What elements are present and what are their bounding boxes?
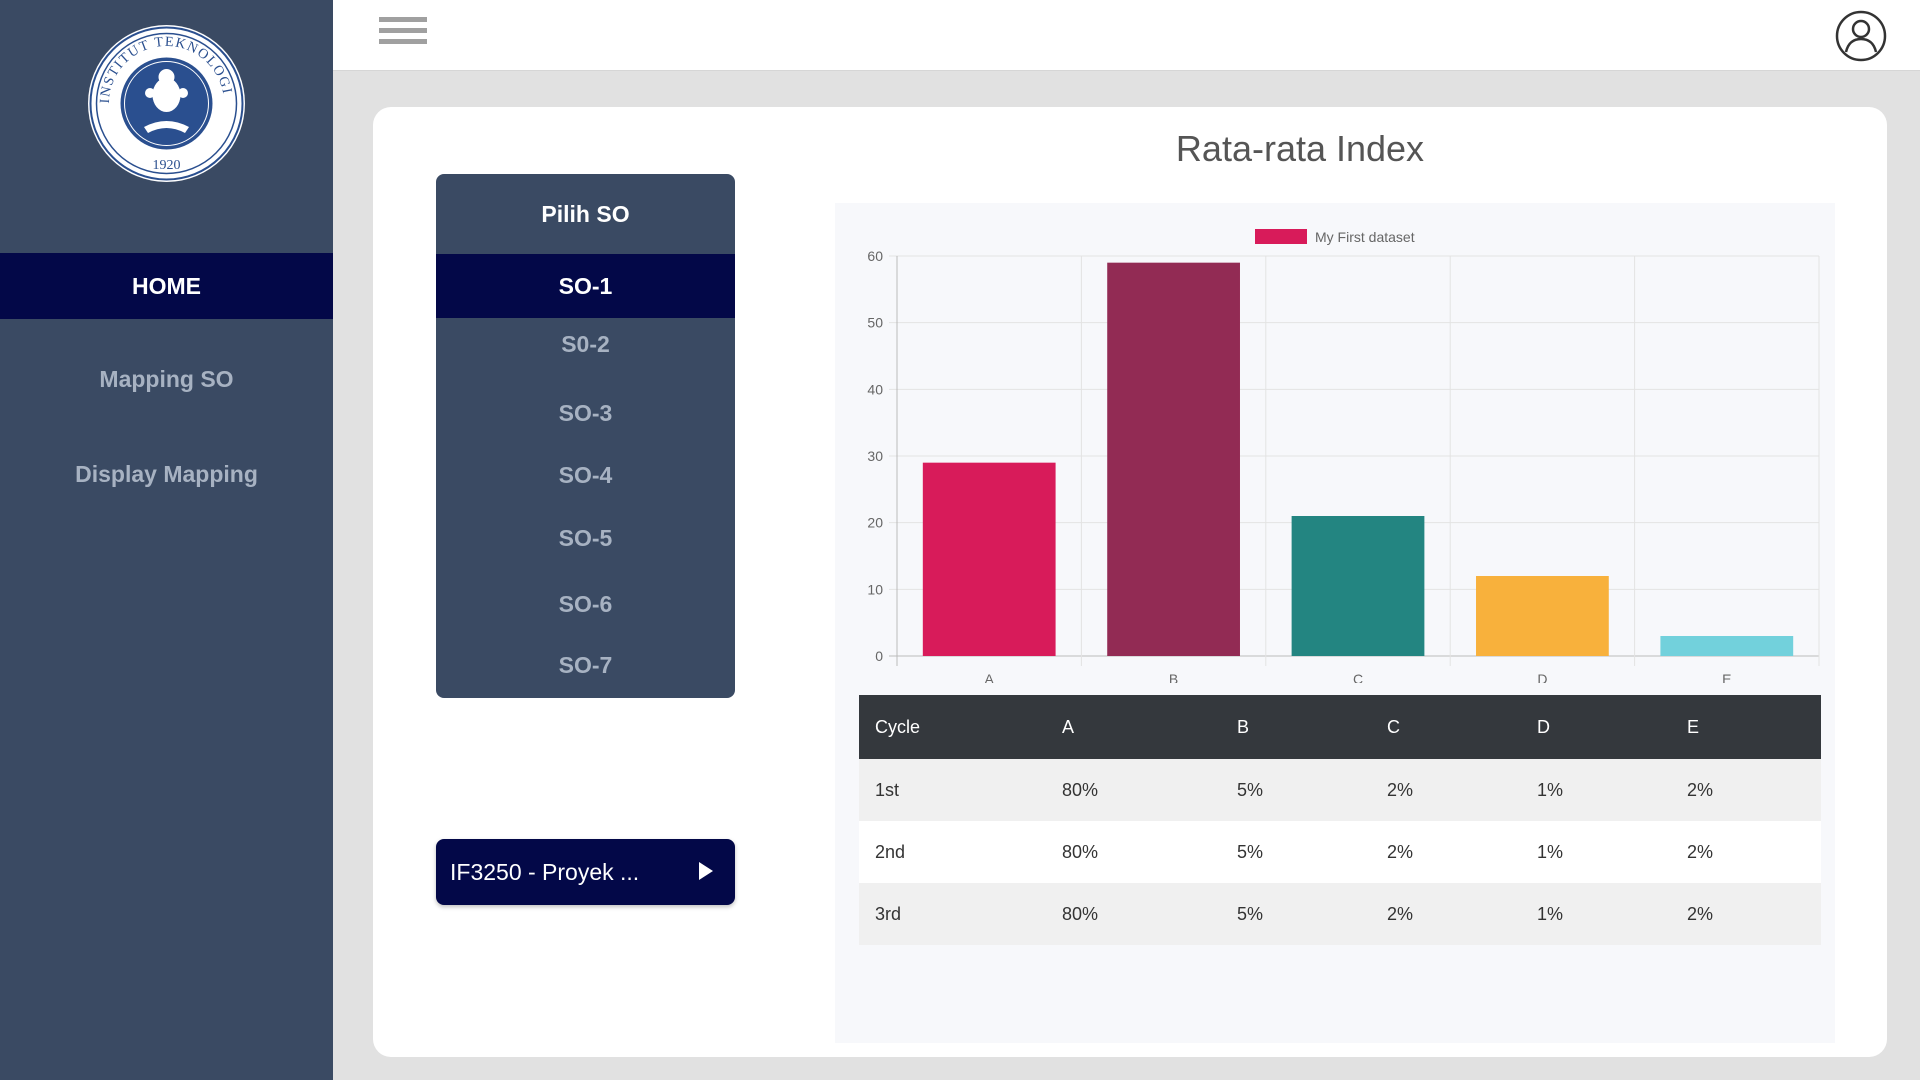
table-cell: 1% — [1521, 821, 1671, 883]
sidebar-item-home[interactable]: HOME — [0, 253, 333, 319]
chart-title: Rata-rata Index — [1175, 128, 1425, 169]
course-select-button[interactable]: IF3250 - Proyek ... — [436, 839, 735, 905]
table-cell: 80% — [1046, 883, 1221, 945]
sidebar-item-display-mapping[interactable]: Display Mapping — [0, 441, 333, 507]
bar — [922, 462, 1056, 656]
x-tick-label: D — [1537, 671, 1547, 683]
y-tick-label: 20 — [867, 515, 883, 531]
table-header-cell: E — [1671, 695, 1821, 759]
chart-area: 0 10 20 30 40 50 60 A B C D E My First dataset Cycle… — [835, 203, 1835, 1043]
table-header-row: Cycle A B C D E — [859, 695, 1821, 759]
y-tick-label: 0 — [875, 648, 883, 664]
x-tick-label: C — [1353, 671, 1363, 683]
bar — [1107, 262, 1240, 656]
table-cell: 2nd — [859, 821, 1046, 883]
cycle-table: Cycle A B C D E 1st 80% 5% 2% 1% 2% 2nd … — [859, 695, 1821, 945]
x-tick-label: B — [1169, 671, 1178, 683]
so-item[interactable]: SO-3 — [436, 385, 735, 441]
table-cell: 2% — [1371, 759, 1521, 821]
bar — [1291, 516, 1425, 656]
table-cell: 5% — [1221, 759, 1371, 821]
so-panel-title: Pilih SO — [541, 200, 630, 227]
y-tick-label: 60 — [867, 248, 883, 264]
x-tick-label: E — [1722, 671, 1731, 683]
hamburger-icon[interactable] — [379, 17, 427, 53]
table-cell: 2% — [1671, 759, 1821, 821]
table-cell: 80% — [1046, 821, 1221, 883]
table-row: 3rd 80% 5% 2% 1% 2% — [859, 883, 1821, 945]
bar — [1660, 636, 1794, 656]
bar — [1476, 576, 1609, 656]
table-header-cell: B — [1221, 695, 1371, 759]
table-cell: 5% — [1221, 821, 1371, 883]
table-header-cell: Cycle — [859, 695, 1046, 759]
itb-logo: INSTITUT TEKNOLOGI BANDUNG 1920 — [88, 25, 245, 182]
course-label: IF3250 - Proyek ... — [450, 858, 640, 885]
so-item[interactable]: SO-5 — [436, 510, 735, 566]
topbar — [333, 0, 1920, 71]
table-cell: 5% — [1221, 883, 1371, 945]
sidebar-item-mapping-so[interactable]: Mapping SO — [0, 346, 333, 412]
table-header-cell: D — [1521, 695, 1671, 759]
table-header-cell: A — [1046, 695, 1221, 759]
so-item[interactable]: SO-1 — [436, 254, 735, 318]
table-cell: 80% — [1046, 759, 1221, 821]
x-tick-label: A — [985, 671, 995, 683]
table-cell: 3rd — [859, 883, 1046, 945]
y-tick-label: 50 — [867, 315, 883, 331]
so-item[interactable]: SO-6 — [436, 576, 735, 632]
user-icon[interactable] — [1835, 10, 1887, 62]
table-cell: 2% — [1371, 883, 1521, 945]
so-item[interactable]: S0-2 — [436, 316, 735, 372]
table-cell: 1st — [859, 759, 1046, 821]
play-icon — [699, 862, 713, 880]
table-header-cell: C — [1371, 695, 1521, 759]
y-tick-label: 10 — [867, 581, 883, 597]
so-selector-panel: Pilih SO SO-1 S0-2 SO-3 SO-4 SO-5 SO-6 S… — [436, 174, 735, 698]
table-row: 1st 80% 5% 2% 1% 2% — [859, 759, 1821, 821]
table-cell: 1% — [1521, 759, 1671, 821]
so-item[interactable]: SO-7 — [436, 637, 735, 693]
table-row: 2nd 80% 5% 2% 1% 2% — [859, 821, 1821, 883]
y-tick-label: 40 — [867, 381, 883, 397]
logo-year: 1920 — [153, 158, 181, 173]
table-cell: 2% — [1671, 883, 1821, 945]
table-cell: 2% — [1671, 821, 1821, 883]
itb-seal-icon: INSTITUT TEKNOLOGI BANDUNG 1920 — [88, 25, 244, 181]
y-tick-label: 30 — [867, 448, 883, 464]
legend-swatch — [1255, 229, 1307, 244]
table-cell: 2% — [1371, 821, 1521, 883]
legend-label: My First dataset — [1315, 229, 1415, 245]
table-cell: 1% — [1521, 883, 1671, 945]
bar-chart: 0 10 20 30 40 50 60 A B C D E My First dataset — [867, 229, 1820, 683]
so-item[interactable]: SO-4 — [436, 447, 735, 503]
sidebar: INSTITUT TEKNOLOGI BANDUNG 1920 HOME Map… — [0, 0, 333, 1080]
